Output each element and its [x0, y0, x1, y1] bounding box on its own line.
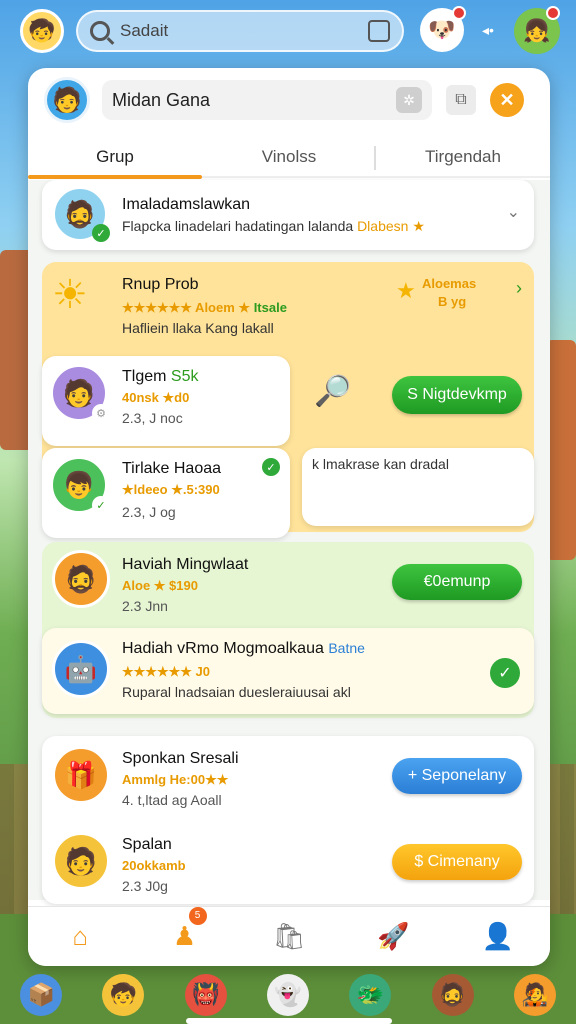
friend-stars: ★ldeeo ★.5:390 [122, 482, 220, 497]
effects-icon[interactable]: ✲ [396, 87, 422, 113]
group-name: Rnup Prob [122, 276, 199, 293]
daily-action-button[interactable]: €0emunp [392, 564, 522, 600]
dock-item[interactable]: 👹 [184, 974, 227, 1016]
special2-name: Spalan [122, 836, 172, 853]
avatar-icon: 🧑 [52, 86, 82, 114]
reward-stars: ★★★★★★ J0 [122, 664, 210, 679]
scan-icon[interactable] [368, 20, 390, 42]
close-button[interactable]: ✕ [490, 83, 524, 117]
user-icon: 👧 [523, 18, 551, 43]
special2-avatar: 🧑 [52, 832, 110, 890]
profile-icon[interactable]: 👤 [478, 917, 518, 957]
note-card: k lmakrase kan dradal [302, 448, 534, 526]
dock-item[interactable]: 👻 [266, 974, 309, 1016]
dock-item[interactable]: 🧔 [431, 974, 474, 1016]
daily-avatar: 🧔 [52, 550, 110, 608]
friend-name: Tirlake Haoaa [122, 460, 222, 477]
reward-name: Hadiah vRmo Mogmoalkaua Batne [122, 640, 365, 657]
special-time: 4. t,ltad ag Aoall [122, 792, 222, 808]
group-desc: Hafliein llaka Kang lakall [122, 320, 274, 336]
daily-stars: Aloe ★ $190 [122, 578, 198, 593]
special-card: 🎁 Sponkan Sresali Ammlg He:00★★ 4. t,lta… [42, 736, 534, 904]
background-house-right [546, 340, 576, 560]
group-reward: Aloemas [422, 276, 477, 291]
reward-desc: Ruparal lnadsaian duesleraiuusai akl [122, 684, 351, 700]
bottom-nav: ⌂ ♟ 5 🛍 🚀 👤 [28, 906, 550, 966]
shop-icon[interactable]: 🛍 [269, 917, 309, 957]
rank-icon[interactable]: ♟ 5 [165, 906, 207, 957]
mascot-button[interactable]: 🐶 [420, 6, 466, 52]
friend-name: Tlgem S5k [122, 368, 199, 385]
check-icon: ✓ [262, 458, 280, 476]
tab-grup[interactable]: Grup [28, 140, 202, 179]
character-dock: 📦 🧒 👹 👻 🐲 🧔 🧑‍🎤 [0, 966, 576, 1024]
notification-dot [452, 6, 466, 20]
dock-item[interactable]: 📦 [20, 974, 63, 1016]
tab-vinolss[interactable]: Vinolss [202, 140, 376, 176]
tab-bar: Grup Vinolss Tirgendah [28, 140, 550, 179]
check-icon[interactable]: ✓ [490, 658, 520, 688]
daily-name: Haviah Mingwlaat [122, 556, 249, 573]
leaf-icon: ✓ [92, 496, 110, 514]
chevron-down-icon[interactable]: ⌄ [507, 202, 520, 222]
home-icon[interactable]: ⌂ [60, 917, 100, 957]
special-avatar: 🎁 [52, 746, 110, 804]
star-icon: ★ [396, 278, 416, 303]
daily-time: 2.3 Jnn [122, 598, 168, 614]
search-input[interactable]: Sadait [120, 21, 368, 41]
special-name: Sponkan Sresali [122, 750, 239, 767]
special2-stars: 20okkamb [122, 858, 186, 873]
avatar-icon: 🧒 [28, 18, 56, 43]
friend-time: 2.3, J og [122, 504, 176, 520]
dock-item[interactable]: 🧑‍🎤 [513, 974, 556, 1016]
group-reward-sub: B yg [438, 294, 467, 309]
invite-card[interactable]: 🧔 ✓ Imaladamslawkan Flapcka linadelari h… [42, 180, 534, 250]
dock-item[interactable]: 🐲 [349, 974, 392, 1016]
special-stars: Ammlg He:00★★ [122, 772, 229, 787]
search-icon [90, 21, 110, 41]
rocket-icon[interactable]: 🚀 [373, 917, 413, 957]
special-action-button[interactable]: + Seponelany [392, 758, 522, 794]
panel-avatar: 🧑 [44, 77, 90, 123]
friend-action-button[interactable]: S Nigtdevkmp [392, 376, 522, 414]
user-avatar-button[interactable]: 👧 [514, 6, 560, 54]
sun-icon: ☀ [52, 273, 88, 317]
arrow-icon: ◂• [482, 22, 494, 38]
friend-stars: 40nsk ★d0 [122, 390, 190, 405]
chevron-right-icon[interactable]: › [516, 278, 522, 299]
reward-avatar: 🤖 [52, 640, 110, 698]
check-icon: ✓ [92, 224, 110, 242]
note-text: k lmakrase kan dradal [312, 456, 449, 472]
nav-badge: 5 [188, 906, 207, 925]
special2-action-button[interactable]: $ Cimenany [392, 844, 522, 880]
tab-divider [374, 146, 376, 170]
mascot-icon: 🐶 [428, 17, 456, 42]
home-indicator[interactable] [186, 1018, 392, 1024]
top-bar: 🧒 Sadait 🐶 ◂• 👧 [0, 0, 576, 62]
tab-tirgendah[interactable]: Tirgendah [376, 140, 550, 176]
special2-time: 2.3 J0g [122, 878, 168, 894]
friend-time: 2.3, J noc [122, 410, 183, 426]
panel-title-field[interactable]: Midan Gana ✲ [102, 80, 432, 120]
group-stars: ★★★★★★ Aloem ★ Itsale [122, 300, 287, 315]
settings-icon: ⚙ [92, 404, 110, 422]
profile-avatar[interactable]: 🧒 [20, 9, 64, 53]
panel-header: 🧑 Midan Gana ✲ ⧉ ✕ [28, 68, 550, 132]
panel-title: Midan Gana [112, 89, 211, 110]
content-list[interactable]: 🧔 ✓ Imaladamslawkan Flapcka linadelari h… [28, 180, 550, 904]
friend-card-1[interactable]: 🧑 ⚙ Tlgem S5k 40nsk ★d0 2.3, J noc [42, 356, 290, 446]
notification-dot [546, 6, 560, 20]
invite-name: Imaladamslawkan [122, 196, 251, 213]
dock-item[interactable]: 🧒 [102, 974, 145, 1016]
invite-desc: Flapcka linadelari hadatingan lalanda Dl… [122, 218, 425, 234]
friends-panel: 🧑 Midan Gana ✲ ⧉ ✕ Grup Vinolss Tirgenda… [28, 68, 550, 966]
daily-card: 🧔 Haviah Mingwlaat Aloe ★ $190 2.3 Jnn €… [42, 542, 534, 718]
daily-reward-card[interactable]: 🤖 Hadiah vRmo Mogmoalkaua Batne ★★★★★★ J… [42, 628, 534, 714]
friend-card-2[interactable]: 👦 ✓ Tirlake Haoaa ✓ ★ldeeo ★.5:390 2.3, … [42, 448, 290, 538]
copy-icon[interactable]: ⧉ [446, 85, 476, 115]
magnifier-icon: 🔎 [314, 375, 352, 408]
search-bar[interactable]: Sadait [76, 10, 404, 52]
